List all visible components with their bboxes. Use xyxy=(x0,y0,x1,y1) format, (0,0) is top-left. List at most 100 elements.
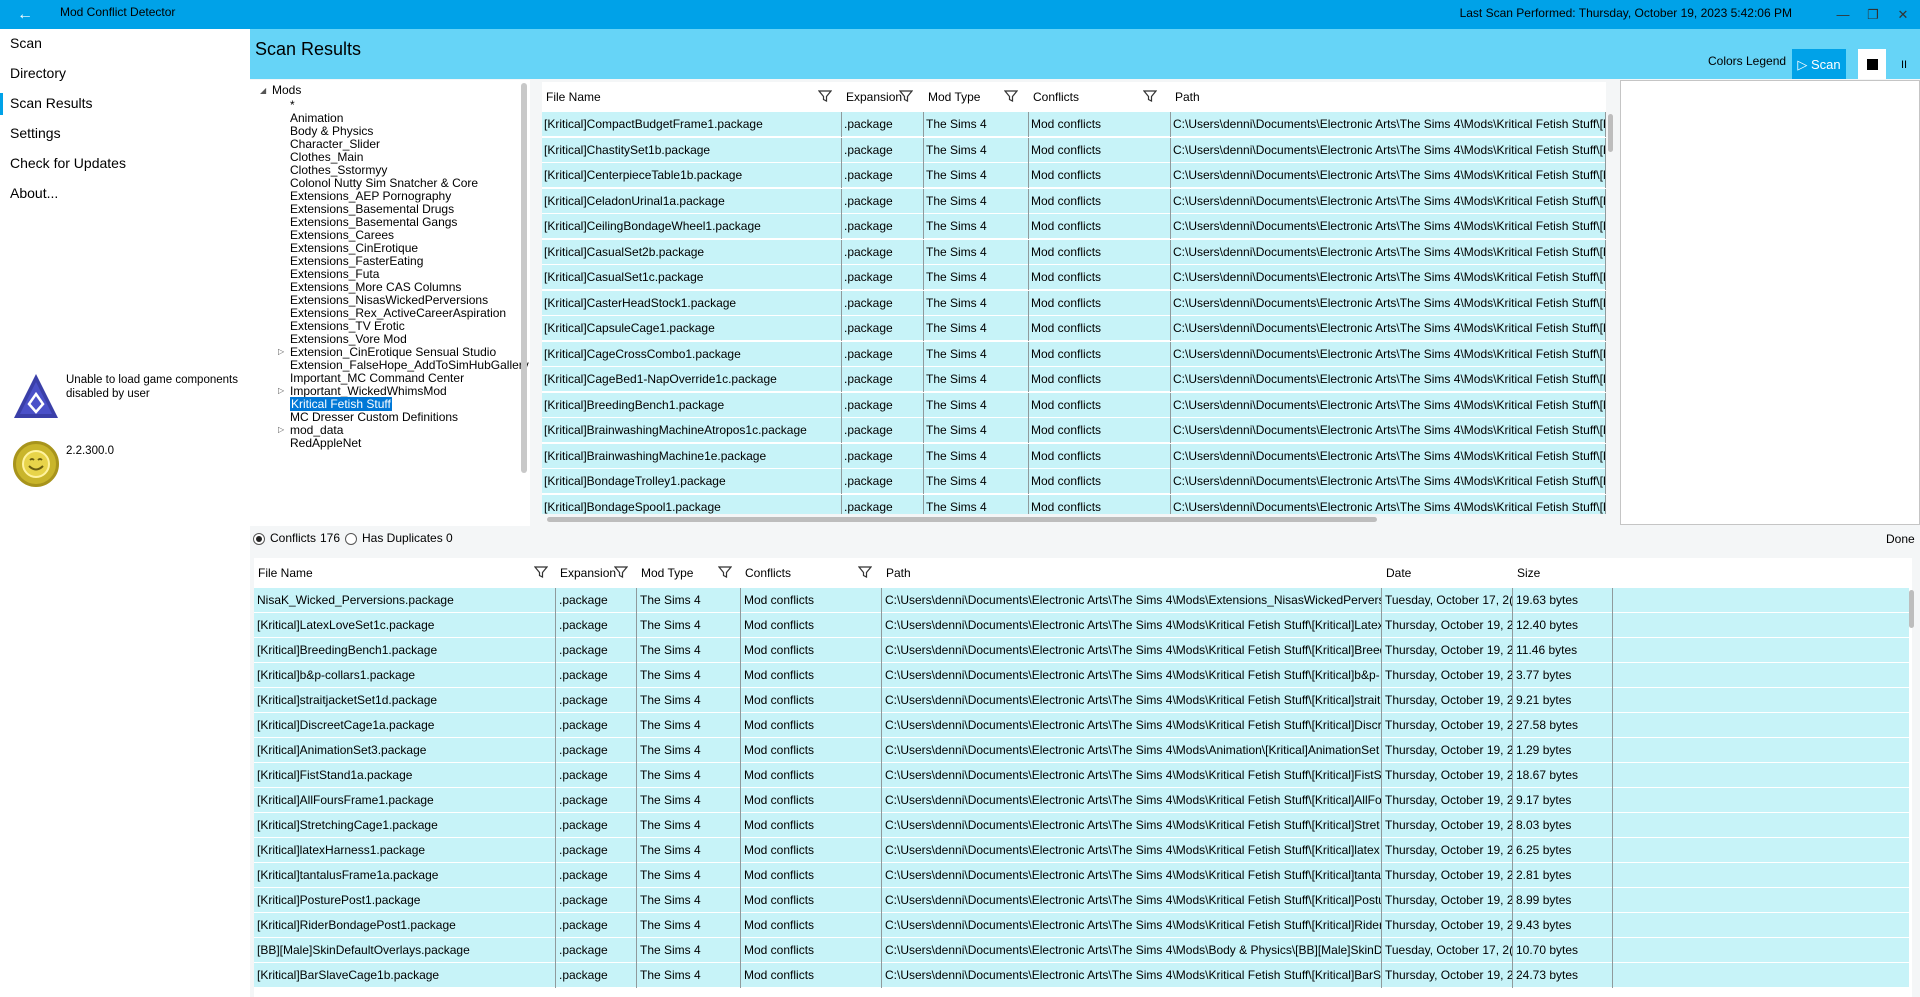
table-row[interactable]: [Kritical]LatexLoveSet1c.package .package… xyxy=(254,613,1909,638)
col-header-path[interactable]: Path xyxy=(1171,82,1606,112)
table-cell: Mod conflicts xyxy=(741,788,882,813)
table-row[interactable]: [Kritical]StretchingCage1.package .packag… xyxy=(254,813,1909,838)
close-button[interactable]: ✕ xyxy=(1888,0,1918,29)
tree-scrollbar[interactable] xyxy=(521,83,527,473)
tree-item[interactable]: MC Dresser Custom Definitions xyxy=(290,410,458,424)
bottom-grid-vscrollbar[interactable] xyxy=(1909,590,1914,628)
table-row[interactable]: [Kritical]ChastitySet1b.package .package T… xyxy=(542,137,1606,163)
conflicts-radio[interactable] xyxy=(253,533,265,545)
table-row[interactable]: [Kritical]BondageSpool1.package .package T… xyxy=(542,494,1606,514)
sidebar-item-directory[interactable]: Directory xyxy=(10,65,66,81)
tree-item[interactable]: Extensions_More CAS Columns xyxy=(290,280,461,294)
sidebar-item-about[interactable]: About... xyxy=(10,185,58,201)
table-row[interactable]: [Kritical]tantalusFrame1a.package .packag… xyxy=(254,863,1909,888)
stop-button[interactable] xyxy=(1858,49,1886,80)
col-header-date[interactable]: Date xyxy=(1382,558,1513,588)
tree-item[interactable]: Colonol Nutty Sim Snatcher & Core xyxy=(290,176,478,190)
tree-item[interactable]: Extensions_Carees xyxy=(290,228,394,242)
tree-item[interactable]: Extensions_Rex_ActiveCareerAspiration xyxy=(290,306,506,320)
filter-icon[interactable] xyxy=(858,565,872,579)
table-row[interactable]: [Kritical]BreedingBench1.package .package… xyxy=(254,638,1909,663)
tree-item[interactable]: Extensions_NisasWickedPerversions xyxy=(290,293,488,307)
table-row[interactable]: [Kritical]BreedingBench1.package .package… xyxy=(542,392,1606,418)
table-row[interactable]: [Kritical]BrainwashingMachineAtropos1c.p… xyxy=(542,418,1606,443)
table-row[interactable]: [Kritical]CeilingBondageWheel1.package .p… xyxy=(542,214,1606,239)
col-header-file-name[interactable]: File Name xyxy=(542,82,842,112)
tree-item[interactable]: Animation xyxy=(290,111,343,125)
table-row[interactable]: [Kritical]BondageTrolley1.package .packag… xyxy=(542,469,1606,494)
table-row[interactable]: [Kritical]b&p-collars1.package .package Th… xyxy=(254,663,1909,688)
tree-item[interactable]: Extension_CinErotique Sensual Studio xyxy=(290,345,496,359)
table-row[interactable]: [Kritical]CageCrossCombo1.package .packag… xyxy=(542,341,1606,367)
filter-icon[interactable] xyxy=(534,565,548,579)
tree-expand-icon[interactable]: ▷ xyxy=(278,347,284,356)
tree-item[interactable]: Extensions_Basemental Drugs xyxy=(290,202,454,216)
top-grid-hscrollbar[interactable] xyxy=(547,517,1377,522)
table-row[interactable]: [Kritical]straitjacketSet1d.package .pack… xyxy=(254,688,1909,713)
sidebar-item-settings[interactable]: Settings xyxy=(10,125,61,141)
table-row[interactable]: [Kritical]RiderBondagePost1.package .pack… xyxy=(254,913,1909,938)
pause-button[interactable]: II xyxy=(1890,49,1918,80)
back-button[interactable]: ← xyxy=(0,0,50,29)
tree-item[interactable]: Clothes_Main xyxy=(290,150,363,164)
filter-icon[interactable] xyxy=(1004,89,1018,103)
tree-item[interactable]: Important_MC Command Center xyxy=(290,371,464,385)
tree-item[interactable]: Extensions_Futa xyxy=(290,267,379,281)
tree-item[interactable]: Extensions_TV Erotic xyxy=(290,319,405,333)
col-header-size[interactable]: Size xyxy=(1513,558,1613,588)
table-row[interactable]: [Kritical]CasualSet2b.package .package The… xyxy=(542,239,1606,265)
table-row[interactable]: [Kritical]CeladonUrinal1a.package .packag… xyxy=(542,188,1606,214)
tree-item[interactable]: Extension_FalseHope_AddToSimHubGallery xyxy=(290,358,529,372)
tree-expand-icon[interactable]: ▷ xyxy=(278,425,284,434)
minimize-button[interactable]: — xyxy=(1828,0,1858,29)
sidebar-item-scan[interactable]: Scan xyxy=(10,35,42,51)
tree-item[interactable]: Kritical Fetish Stuff xyxy=(290,397,392,411)
tree-collapse-icon[interactable]: ◢ xyxy=(260,86,266,95)
filter-icon[interactable] xyxy=(718,565,732,579)
tree-item[interactable]: Clothes_Sstormyy xyxy=(290,163,387,177)
table-row[interactable]: [Kritical]PosturePost1.package .package Th… xyxy=(254,888,1909,913)
tree-item[interactable]: Extensions_CinErotique xyxy=(290,241,418,255)
table-row[interactable]: NisaK_Wicked_Perversions.package .package… xyxy=(254,588,1909,613)
filter-icon[interactable] xyxy=(899,89,913,103)
sidebar-item-scan-results[interactable]: Scan Results xyxy=(10,95,92,111)
table-row[interactable]: [Kritical]CasterHeadStock1.package .packa… xyxy=(542,290,1606,316)
has-duplicates-radio[interactable] xyxy=(345,533,357,545)
table-row[interactable]: [BB][Male]SkinDefaultOverlays.package .pa… xyxy=(254,938,1909,963)
table-row[interactable]: [Kritical]FistStand1a.package .package The… xyxy=(254,763,1909,788)
table-row[interactable]: [Kritical]AllFoursFrame1.package .package… xyxy=(254,788,1909,813)
table-row[interactable]: [Kritical]CenterpieceTable1b.package .pac… xyxy=(542,163,1606,188)
restore-button[interactable]: ❐ xyxy=(1858,0,1888,29)
filter-icon[interactable] xyxy=(614,565,628,579)
tree-root-mods[interactable]: Mods xyxy=(272,83,301,97)
table-row[interactable]: [Kritical]BrainwashingMachine1e.package.… xyxy=(542,443,1606,469)
tree-item[interactable]: Extensions_Vore Mod xyxy=(290,332,407,346)
col-header-file-name[interactable]: File Name xyxy=(254,558,556,588)
table-row[interactable]: [Kritical]CasualSet1c.package .package The… xyxy=(542,265,1606,290)
tree-item[interactable]: Important_WickedWhimsMod xyxy=(290,384,447,398)
table-row[interactable]: [Kritical]CageBed1-NapOverride1c.package… xyxy=(542,367,1606,392)
filter-icon[interactable] xyxy=(1143,89,1157,103)
tree-item[interactable]: * xyxy=(290,98,295,112)
table-row[interactable]: [Kritical]DiscreetCage1a.package .package… xyxy=(254,713,1909,738)
table-cell: The Sims 4 xyxy=(924,367,1029,392)
table-row[interactable]: [Kritical]BarSlaveCage1b.package .package… xyxy=(254,963,1909,988)
tree-item[interactable]: Extensions_Basemental Gangs xyxy=(290,215,457,229)
tree-item[interactable]: Extensions_AEP Pornography xyxy=(290,189,451,203)
sidebar-item-check-updates[interactable]: Check for Updates xyxy=(10,155,126,171)
tree-item[interactable]: RedAppleNet xyxy=(290,436,361,450)
scan-button[interactable]: ▷ Scan xyxy=(1792,49,1846,80)
table-row[interactable]: [Kritical]CompactBudgetFrame1.package .pa… xyxy=(542,112,1606,137)
tree-item[interactable]: Extensions_FasterEating xyxy=(290,254,423,268)
table-row[interactable]: [Kritical]latexHarness1.package .package T… xyxy=(254,838,1909,863)
tree-expand-icon[interactable]: ▷ xyxy=(278,386,284,395)
tree-item[interactable]: Body & Physics xyxy=(290,124,373,138)
table-row[interactable]: [Kritical]CapsuleCage1.package .package Th… xyxy=(542,316,1606,341)
tree-item[interactable]: mod_data xyxy=(290,423,343,437)
colors-legend-button[interactable]: Colors Legend xyxy=(1708,54,1786,68)
col-header-path[interactable]: Path xyxy=(882,558,1382,588)
top-grid-vscrollbar[interactable] xyxy=(1608,114,1613,152)
tree-item[interactable]: Character_Slider xyxy=(290,137,380,151)
table-row[interactable]: [Kritical]AnimationSet3.package .package T… xyxy=(254,738,1909,763)
filter-icon[interactable] xyxy=(818,89,832,103)
